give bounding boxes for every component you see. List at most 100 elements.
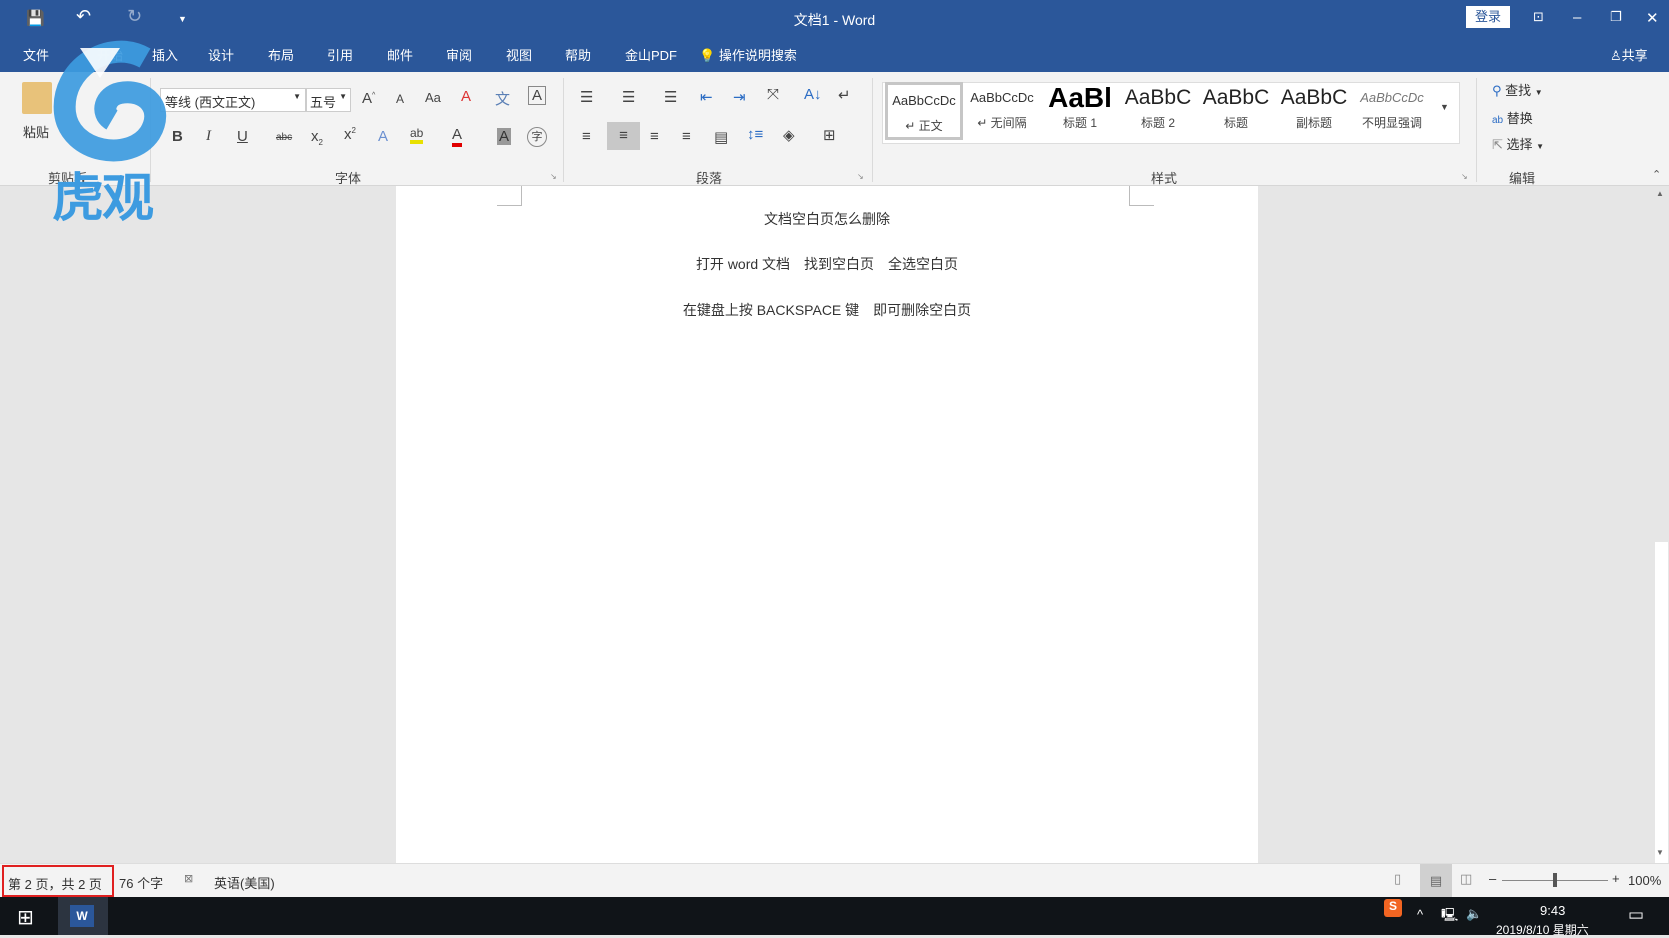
page-indicator[interactable]: 第 2 页，共 2 页 (2, 865, 114, 897)
change-case-icon[interactable]: Aa (425, 90, 441, 105)
shading-icon[interactable]: ◈ (783, 126, 795, 144)
tab-file[interactable]: 文件 (23, 45, 49, 64)
paragraph-group-label: 段落 (696, 171, 723, 186)
shrink-font-icon[interactable]: A (396, 92, 404, 106)
underline-icon[interactable]: U (237, 128, 248, 145)
enclose-characters-icon[interactable]: 字 (527, 127, 547, 147)
ribbon-display-options-icon[interactable]: ⊡ (1533, 9, 1544, 25)
proofing-icon[interactable]: ⊠ (184, 872, 193, 885)
highlight-color-icon[interactable]: ab (410, 126, 424, 144)
doc-heading[interactable]: 文档空白页怎么删除 (396, 209, 1258, 229)
close-button[interactable]: ✕ (1646, 9, 1659, 27)
style-normal[interactable]: AaBbCcDc ↵ 正文 (885, 82, 963, 140)
font-color-icon[interactable]: A (452, 126, 463, 147)
center-align-icon[interactable]: ≡ (607, 122, 640, 150)
strikethrough-icon[interactable]: abc (276, 132, 292, 143)
style-title[interactable]: AaBbC 标题 (1197, 82, 1275, 140)
zoom-in-button[interactable]: + (1612, 871, 1620, 886)
style-subtitle[interactable]: AaBbC 副标题 (1275, 82, 1353, 140)
show-formatting-marks-icon[interactable]: ↵ (838, 86, 851, 104)
action-center-icon[interactable]: ▭ (1628, 905, 1644, 925)
clear-formatting-icon[interactable]: A (461, 88, 471, 105)
font-name-select[interactable]: 等线 (西文正文) ▼ (160, 88, 306, 112)
character-border-icon[interactable]: A (528, 86, 547, 105)
bullets-icon[interactable]: ☰ (580, 88, 593, 106)
sort-icon[interactable]: A↓ (804, 86, 822, 103)
tab-design[interactable]: 设计 (208, 45, 234, 64)
line-spacing-icon[interactable]: ↕≡ (747, 126, 763, 143)
sogou-ime-icon[interactable]: S (1384, 899, 1402, 917)
volume-icon[interactable]: 🔈 (1466, 906, 1482, 922)
justify-icon[interactable]: ≡ (682, 128, 691, 145)
styles-more-icon[interactable]: ▼ (1440, 102, 1449, 112)
paragraph-dialog-launcher-icon[interactable]: ↘ (857, 172, 864, 181)
scroll-up-icon[interactable]: ▲ (1656, 189, 1664, 198)
italic-icon[interactable]: I (206, 128, 211, 145)
bold-icon[interactable]: B (172, 128, 183, 145)
decrease-indent-icon[interactable]: ⇤ (700, 88, 713, 106)
share-button[interactable]: ♙共享 (1610, 45, 1648, 64)
tell-me-search[interactable]: 💡 操作说明搜索 (699, 45, 797, 64)
doc-paragraph[interactable]: 打开 word 文档 找到空白页 全选空白页 (396, 254, 1258, 274)
styles-dialog-launcher-icon[interactable]: ↘ (1461, 172, 1468, 181)
character-shading-icon[interactable]: A (497, 128, 512, 145)
paste-button[interactable]: 粘贴 (23, 122, 49, 141)
align-right-icon[interactable]: ≡ (650, 128, 659, 145)
document-page[interactable]: 文档空白页怎么删除 打开 word 文档 找到空白页 全选空白页 在键盘上按 B… (396, 186, 1258, 863)
print-layout-icon[interactable]: ▤ (1420, 864, 1452, 897)
chevron-down-icon: ▼ (339, 92, 347, 101)
style-subtle-emphasis[interactable]: AaBbCcDc 不明显强调 (1353, 82, 1431, 140)
read-mode-icon[interactable]: ▯ (1394, 871, 1401, 887)
increase-indent-icon[interactable]: ⇥ (733, 88, 746, 106)
align-left-icon[interactable]: ≡ (582, 128, 591, 145)
phonetic-guide-icon[interactable]: 文 (495, 88, 510, 109)
window-title: 文档1 - Word (793, 12, 876, 28)
network-icon[interactable]: 🖳 (1441, 906, 1458, 928)
text-effects-icon[interactable]: A (378, 128, 388, 145)
tab-help[interactable]: 帮助 (565, 45, 591, 64)
style-heading-2[interactable]: AaBbC 标题 2 (1119, 82, 1197, 140)
style-heading-1[interactable]: AaBl 标题 1 (1041, 82, 1119, 140)
clock-date[interactable]: 2019/8/10 星期六 (1496, 921, 1589, 938)
collapse-ribbon-icon[interactable]: ⌃ (1652, 168, 1661, 181)
zoom-level[interactable]: 100% (1628, 873, 1661, 888)
web-layout-icon[interactable]: ◫ (1460, 871, 1472, 887)
find-button[interactable]: ⚲ 查找 ▼ (1492, 80, 1543, 99)
taskbar-word-app[interactable]: W (58, 897, 108, 935)
tab-mailings[interactable]: 邮件 (387, 45, 413, 64)
chinese-layout-icon[interactable]: ⤧ (767, 86, 779, 103)
language-indicator[interactable]: 英语(美国) (214, 873, 275, 892)
zoom-out-button[interactable]: – (1489, 871, 1496, 886)
zoom-slider-thumb[interactable] (1553, 873, 1557, 887)
font-dialog-launcher-icon[interactable]: ↘ (550, 172, 557, 181)
superscript-icon[interactable]: x2 (344, 126, 356, 143)
tab-insert[interactable]: 插入 (152, 45, 178, 64)
paste-icon[interactable] (22, 82, 52, 114)
borders-icon[interactable]: ⊞ (823, 126, 836, 144)
select-button[interactable]: ⇱ 选择 ▼ (1492, 134, 1544, 153)
tab-view[interactable]: 视图 (506, 45, 532, 64)
minimize-button[interactable]: – (1573, 9, 1581, 26)
distributed-icon[interactable]: ▤ (714, 128, 728, 146)
doc-paragraph[interactable]: 在键盘上按 BACKSPACE 键 即可删除空白页 (396, 300, 1258, 320)
font-size-select[interactable]: 五号 ▼ (306, 88, 351, 112)
tab-kingsoft-pdf[interactable]: 金山PDF (625, 45, 677, 64)
scroll-down-icon[interactable]: ▼ (1656, 848, 1664, 857)
tab-home[interactable]: 开始 (97, 45, 123, 64)
multilevel-list-icon[interactable]: ☰ (664, 88, 677, 106)
restore-button[interactable]: ❐ (1610, 9, 1622, 25)
clock-time[interactable]: 9:43 (1540, 903, 1565, 918)
subscript-icon[interactable]: x2 (311, 128, 323, 147)
tab-review[interactable]: 审阅 (446, 45, 472, 64)
signin-button[interactable]: 登录 (1466, 6, 1510, 28)
show-hidden-icons-icon[interactable]: ^ (1417, 907, 1423, 922)
word-count[interactable]: 76 个字 (119, 873, 163, 892)
grow-font-icon[interactable]: A^ (362, 90, 375, 107)
style-no-spacing[interactable]: AaBbCcDc ↵ 无间隔 (963, 82, 1041, 140)
tab-layout[interactable]: 布局 (268, 45, 294, 64)
windows-start-icon[interactable]: ⊞ (17, 905, 34, 930)
vertical-scrollbar[interactable]: ▲ ▼ (1654, 186, 1669, 907)
numbering-icon[interactable]: ☰ (622, 88, 635, 106)
replace-button[interactable]: ab 替换 (1492, 108, 1533, 127)
tab-references[interactable]: 引用 (327, 45, 353, 64)
